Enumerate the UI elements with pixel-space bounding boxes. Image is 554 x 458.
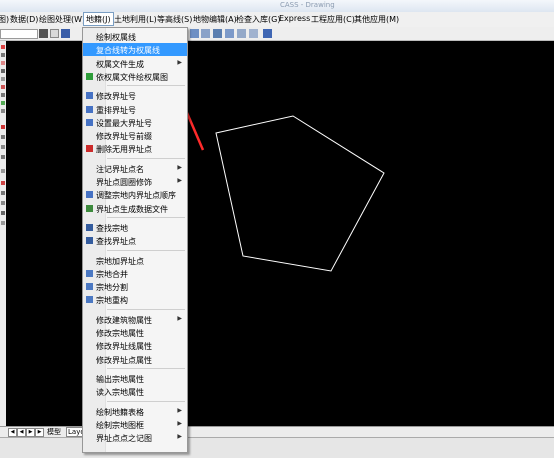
menu-item[interactable]: 修改界址线属性	[83, 339, 187, 352]
tab-model[interactable]: 模型	[47, 427, 61, 437]
submenu-arrow-icon: ▶	[177, 163, 182, 171]
last-tab-icon[interactable]: ▶	[35, 428, 44, 437]
menu-item[interactable]: 权属文件生成 ▶	[83, 57, 187, 70]
menu-item[interactable]: 修改宗地属性	[83, 326, 187, 339]
menu-item-label: 绘制宗地图框	[96, 420, 144, 430]
submenu-arrow-icon: ▶	[177, 433, 182, 441]
menu-item-label: 宗地合并	[96, 269, 128, 279]
menu-separator	[107, 308, 185, 310]
menu-item-label: 依权属文件绘权属图	[96, 72, 168, 82]
delete-icon	[86, 145, 93, 153]
split-icon	[86, 283, 93, 291]
merge-icon	[86, 269, 93, 277]
menu-item[interactable]: 删除无用界址点	[83, 142, 187, 155]
menu-item-label: 宗地加界址点	[96, 256, 144, 266]
file-icon	[86, 204, 93, 212]
submenu-arrow-icon: ▶	[177, 419, 182, 427]
menu-item-label: 宗地重构	[96, 296, 128, 306]
menu-item-label: 复合线转为权属线	[96, 46, 160, 56]
menu-item[interactable]: 绘制权属线	[83, 30, 187, 43]
menu-item-label: 界址点生成数据文件	[96, 204, 168, 214]
menu-item-label: 修改宗地属性	[96, 329, 144, 338]
menu-item-label: 权属文件生成	[96, 59, 144, 69]
menu-item[interactable]: 绘制地籍表格 ▶	[83, 405, 187, 418]
first-tab-icon[interactable]: ◀	[8, 428, 17, 437]
list-icon	[86, 105, 93, 113]
menu-item[interactable]: 界址点圆圈修饰 ▶	[83, 175, 187, 188]
menu-item[interactable]: 注记界址点名 ▶	[83, 162, 187, 175]
menu-separator	[107, 157, 185, 159]
menu-item-label: 查找宗地	[96, 223, 128, 233]
menu-item-label: 删除无用界址点	[96, 145, 152, 155]
menu-item[interactable]: 查找宗地	[83, 221, 187, 234]
submenu-arrow-icon: ▶	[177, 58, 182, 66]
check-icon	[86, 72, 93, 80]
rebuild-icon	[86, 296, 93, 304]
edit-icon	[86, 92, 93, 100]
settings-icon	[86, 118, 93, 126]
menu-item-label: 输出宗地属性	[96, 374, 144, 384]
menu-item[interactable]: 宗地分割	[83, 280, 187, 293]
menu-separator	[107, 216, 185, 218]
drawn-polygon[interactable]	[215, 115, 385, 272]
menu-item-label: 修改界址号前缀	[96, 132, 152, 142]
submenu-arrow-icon: ▶	[177, 177, 182, 184]
menu-item-label: 修改界址点属性	[96, 355, 152, 365]
menu-item[interactable]: 修改界址点属性	[83, 353, 187, 366]
find-icon	[86, 237, 93, 245]
order-icon	[86, 191, 93, 199]
prev-tab-icon[interactable]: ◀	[17, 428, 26, 437]
menu-item[interactable]: 修改界址号前缀	[83, 129, 187, 142]
menu-item[interactable]: 重排界址号	[83, 103, 187, 116]
submenu-arrow-icon: ▶	[177, 314, 182, 322]
menu-item[interactable]: 设置最大界址号	[83, 116, 187, 129]
menu-item[interactable]: 界址点生成数据文件	[83, 202, 187, 215]
menu-item-label: 宗地分割	[96, 283, 128, 293]
menu-item[interactable]: 依权属文件绘权属图	[83, 70, 187, 83]
menu-item-label: 查找界址点	[96, 237, 136, 247]
menu-item[interactable]: 宗地合并	[83, 267, 187, 280]
submenu-arrow-icon: ▶	[177, 406, 182, 414]
menu-separator	[107, 85, 185, 87]
cadastre-dropdown-menu: 绘制权属线复合线转为权属线 权属文件生成 ▶ 依权属文件绘权属图 修改界址号重排界址号设…	[82, 27, 188, 453]
menu-item-label: 界址点圆圈修饰	[96, 178, 152, 187]
menu-item-label: 修改界址号	[96, 92, 136, 102]
menu-item[interactable]: 宗地重构	[83, 293, 187, 306]
menu-item-label: 修改建筑物属性	[96, 315, 152, 325]
menu-item-label: 绘制地籍表格	[96, 407, 144, 417]
next-tab-icon[interactable]: ▶	[26, 428, 35, 437]
menu-item[interactable]: 调整宗地内界址点顺序	[83, 188, 187, 201]
menu-item-label: 调整宗地内界址点顺序	[96, 191, 176, 201]
menu-item-label: 绘制权属线	[96, 33, 136, 42]
menu-separator	[107, 249, 185, 251]
menu-item[interactable]: 查找界址点	[83, 234, 187, 247]
find-icon	[86, 223, 93, 231]
menu-item[interactable]: 复合线转为权属线	[83, 43, 187, 57]
menu-item-label: 读入宗地属性	[96, 388, 144, 398]
menu-item[interactable]: 界址点点之记图 ▶	[83, 431, 187, 444]
menu-item[interactable]: 绘制宗地图框 ▶	[83, 418, 187, 431]
menu-item-label: 界址点点之记图	[96, 434, 152, 444]
menu-separator	[107, 400, 185, 402]
menu-item-label: 注记界址点名	[96, 164, 144, 174]
menu-item[interactable]: 输出宗地属性	[83, 372, 187, 385]
menu-item[interactable]: 修改建筑物属性 ▶	[83, 313, 187, 326]
menu-item-label: 设置最大界址号	[96, 118, 152, 128]
menu-item-label: 修改界址线属性	[96, 342, 152, 352]
menu-separator	[107, 367, 185, 369]
menu-item[interactable]: 修改界址号	[83, 89, 187, 102]
menu-item[interactable]: 读入宗地属性	[83, 385, 187, 398]
menu-item-label: 重排界址号	[96, 105, 136, 115]
menu-item[interactable]: 宗地加界址点	[83, 254, 187, 267]
